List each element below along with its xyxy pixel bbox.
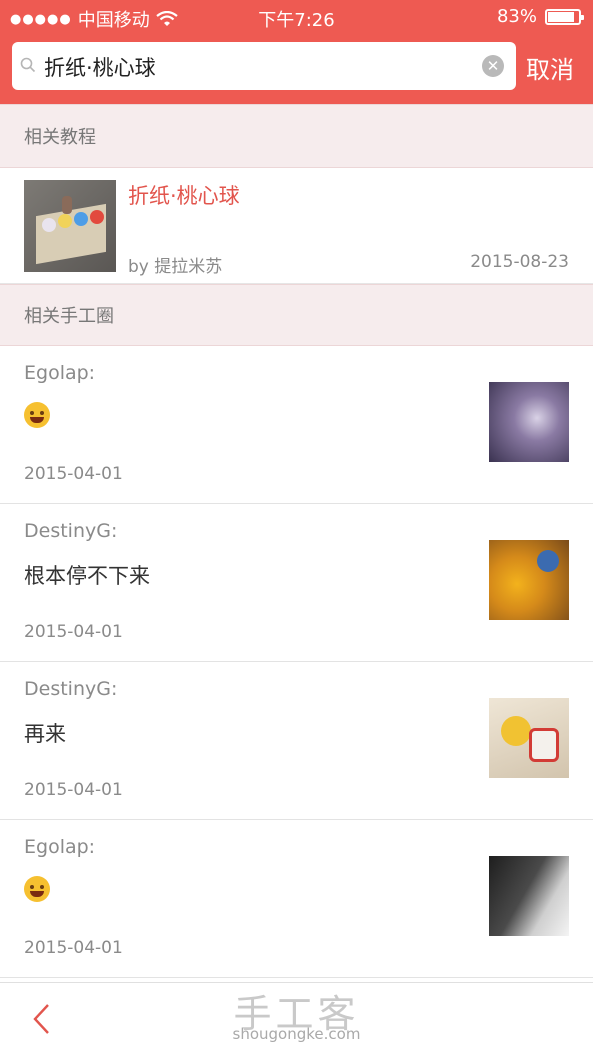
post-date: 2015-04-01: [24, 622, 123, 642]
post-content: 再来: [24, 722, 66, 746]
post-thumbnail[interactable]: [489, 382, 569, 462]
crying-laughing-emoji-icon: [24, 402, 50, 428]
section-title: 相关教程: [24, 127, 96, 148]
list-item[interactable]: Egolap: 2015-04-01: [0, 346, 593, 504]
list-item[interactable]: Egolap: 2015-04-01: [0, 820, 593, 978]
search-icon: [20, 57, 36, 73]
watermark-url: shougongke.com: [232, 1025, 361, 1043]
battery-icon: [545, 8, 584, 25]
search-query: 折纸·桃心球: [44, 56, 156, 80]
search-input[interactable]: 折纸·桃心球 ✕: [12, 42, 516, 90]
top-header: ●●●●● 中国移动 下午7:26 83% 折纸·桃心球 ✕ 取消: [0, 0, 593, 104]
status-right: 83%: [496, 6, 584, 27]
post-author: DestinyG:: [24, 678, 118, 700]
post-content: [24, 402, 50, 433]
tutorial-author: by 提拉米苏: [128, 257, 223, 277]
tutorial-title[interactable]: 折纸·桃心球: [128, 180, 240, 210]
post-date: 2015-04-01: [24, 464, 123, 484]
list-item[interactable]: DestinyG: 根本停不下来 2015-04-01: [0, 504, 593, 662]
post-author: Egolap:: [24, 836, 96, 858]
post-author: DestinyG:: [24, 520, 118, 542]
post-date: 2015-04-01: [24, 938, 123, 958]
tutorial-item[interactable]: 折纸·桃心球 by 提拉米苏 2015-08-23: [0, 168, 593, 284]
section-header-tutorials: 相关教程: [0, 104, 593, 168]
list-item[interactable]: DestinyG: 再来 2015-04-01: [0, 662, 593, 820]
post-thumbnail[interactable]: [489, 698, 569, 778]
post-author: Egolap:: [24, 362, 96, 384]
battery-percent: 83%: [496, 6, 537, 27]
bottom-bar: 手工客 shougongke.com: [0, 982, 593, 1054]
status-bar: ●●●●● 中国移动 下午7:26 83%: [0, 0, 593, 34]
post-content: [24, 876, 50, 907]
post-content: 根本停不下来: [24, 564, 150, 588]
section-header-circles: 相关手工圈: [0, 284, 593, 346]
section-title: 相关手工圈: [24, 306, 114, 327]
cancel-button[interactable]: 取消: [526, 50, 574, 85]
post-date: 2015-04-01: [24, 780, 123, 800]
post-thumbnail[interactable]: [489, 540, 569, 620]
crying-laughing-emoji-icon: [24, 876, 50, 902]
clear-icon[interactable]: ✕: [482, 55, 504, 77]
post-thumbnail[interactable]: [489, 856, 569, 936]
search-row: 折纸·桃心球 ✕ 取消: [12, 42, 593, 90]
tutorial-thumbnail: [24, 180, 116, 272]
tutorial-date: 2015-08-23: [470, 252, 569, 272]
